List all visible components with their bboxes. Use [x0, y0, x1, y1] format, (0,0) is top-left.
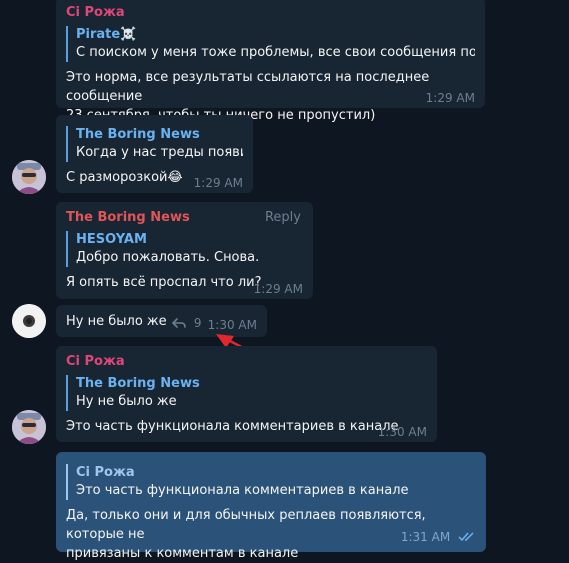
quote-text: Когда у нас треды появи... [76, 145, 243, 160]
message-text-line: привязаны к комментам в канале [66, 546, 299, 561]
message-bubble[interactable]: The Boring News Когда у нас треды появи.… [56, 115, 253, 193]
message-time: 1:30 AM [377, 425, 427, 439]
message-bubble[interactable]: Сі Рожа Pirate☠️ С поиском у меня тоже п… [56, 0, 485, 123]
message-time: 1:31 AM [401, 530, 476, 544]
avatar[interactable] [12, 410, 46, 444]
message-time: 1:29 AM [425, 91, 475, 105]
quote-author: Pirate☠️ [76, 27, 137, 42]
avatar[interactable] [12, 160, 46, 194]
message-time: 1:30 AM [207, 318, 257, 332]
quote-text: Это часть функционала комментариев в кан… [76, 483, 409, 498]
quote-author: HESOYAM [76, 232, 147, 247]
quote-text: Добро пожаловать. Снова. [76, 250, 260, 265]
message-bubble[interactable]: Сі Рожа The Boring News Ну не было же Эт… [56, 346, 437, 442]
reply-quote[interactable]: The Boring News Ну не было же [66, 375, 427, 411]
message-text-line: Это норма, все результаты ссылаются на п… [66, 70, 430, 104]
message-time: 1:29 AM [193, 176, 243, 190]
message-bubble[interactable]: Ну не было же 9 1:30 AM [56, 305, 267, 337]
quote-author: The Boring News [76, 376, 200, 391]
reply-quote[interactable]: Сі Рожа Это часть функционала комментари… [66, 464, 476, 500]
message-time: 1:29 AM [253, 282, 303, 296]
reply-quote[interactable]: HESOYAM Добро пожаловать. Снова. [66, 231, 303, 267]
reply-arrow-icon [172, 318, 186, 328]
avatar-image [12, 304, 46, 338]
message-bubble-outgoing[interactable]: Сі Рожа Это часть функционала комментари… [56, 452, 486, 561]
message-time-text: 1:31 AM [400, 530, 451, 544]
avatar[interactable] [12, 304, 46, 338]
quote-author: Сі Рожа [76, 465, 135, 480]
reply-button[interactable]: Reply [265, 210, 301, 225]
quote-author: The Boring News [76, 127, 200, 142]
reply-quote[interactable]: Pirate☠️ С поиском у меня тоже проблемы,… [66, 26, 475, 62]
replies-count: 9 [193, 316, 202, 330]
avatar-image [12, 160, 46, 194]
avatar-image [12, 410, 46, 444]
double-check-icon [458, 532, 474, 542]
replies-indicator[interactable]: 9 [172, 316, 201, 330]
sender-name[interactable]: Сі Рожа [66, 5, 475, 20]
sender-name[interactable]: Сі Рожа [66, 354, 427, 369]
message-text: Это часть функционала комментариев в кан… [66, 419, 399, 434]
reply-quote[interactable]: The Boring News Когда у нас треды появи.… [66, 126, 243, 162]
quote-text: С поиском у меня тоже проблемы, все свои… [76, 45, 475, 60]
quote-text: Ну не было же [76, 394, 177, 409]
message-bubble[interactable]: The Boring News Reply HESOYAM Добро пожа… [56, 202, 313, 299]
